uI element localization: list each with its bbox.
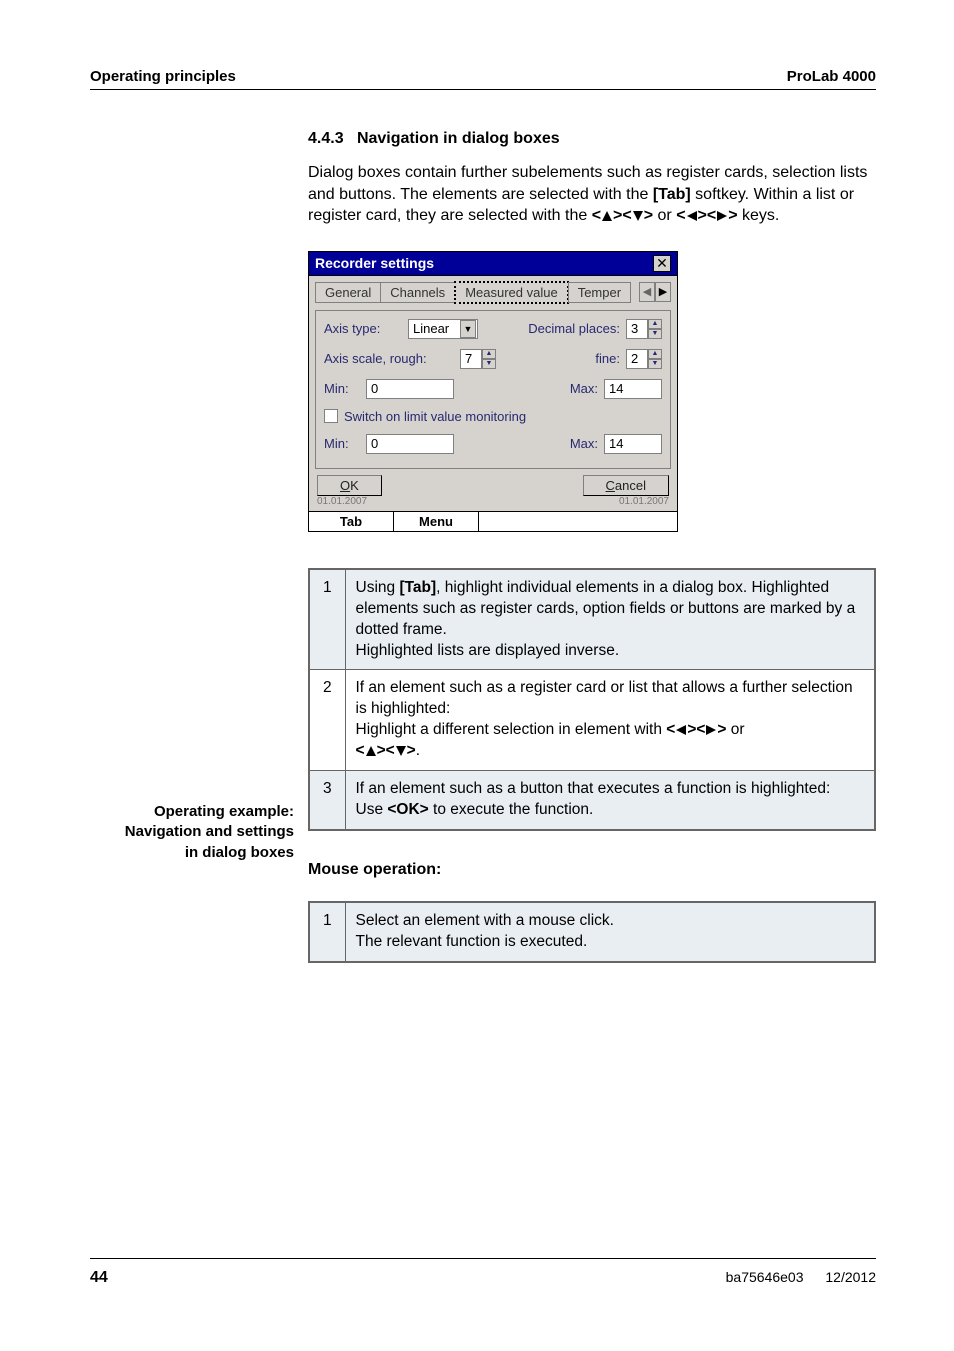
limit-monitoring-label: Switch on limit value monitoring [344, 409, 526, 424]
intro-paragraph: Dialog boxes contain further subelements… [308, 162, 876, 227]
triangle-right-icon [716, 210, 728, 222]
chevron-down-icon[interactable]: ▼ [460, 320, 476, 338]
triangle-down-icon [395, 745, 407, 757]
softkey-menu[interactable]: Menu [394, 512, 479, 531]
triangle-left-icon [675, 724, 687, 736]
min-input[interactable]: 0 [366, 379, 454, 399]
tab-scroll-left-icon[interactable]: ◀ [639, 282, 655, 302]
spinner-up-icon[interactable]: ▲ [648, 349, 662, 359]
tab-channels[interactable]: Channels [380, 282, 455, 303]
decimal-places-label: Decimal places: [528, 321, 620, 336]
min2-label: Min: [324, 436, 360, 451]
datetime-right: 01.01.2007 [619, 496, 669, 507]
min-label: Min: [324, 381, 360, 396]
tab-measured-value[interactable]: Measured value [454, 281, 569, 304]
table-row: 3 If an element such as a button that ex… [309, 771, 875, 830]
mouse-operation-heading: Mouse operation: [308, 861, 876, 879]
tab-panel: Axis type: Linear ▼ Decimal places: 3 ▲ … [315, 310, 671, 469]
section-number: 4.4.3 [308, 130, 344, 147]
step-text: Using [Tab], highlight individual elemen… [345, 569, 875, 670]
limit-monitoring-checkbox[interactable] [324, 409, 338, 423]
steps-table: 1 Using [Tab], highlight individual elem… [308, 568, 876, 831]
tab-strip: General Channels Measured value Temper ◀… [315, 281, 671, 304]
keys-updown: <><> [592, 207, 653, 224]
spinner-up-icon[interactable]: ▲ [482, 349, 496, 359]
page-footer: 44 ba75646e03 12/2012 [90, 1258, 876, 1287]
max2-label: Max: [570, 436, 598, 451]
step-number: 3 [309, 771, 345, 830]
step-number: 1 [309, 569, 345, 670]
cancel-button[interactable]: Cancel [583, 475, 669, 496]
footer-rule [90, 1258, 876, 1259]
triangle-left-icon [686, 210, 698, 222]
step-text: If an element such as a register card or… [345, 670, 875, 771]
triangle-up-icon [365, 745, 377, 757]
footer-meta: ba75646e03 12/2012 [708, 1269, 876, 1287]
margin-label: Operating example: Navigation and settin… [84, 802, 294, 863]
min2-input[interactable]: 0 [366, 434, 454, 454]
max-input[interactable]: 14 [604, 379, 662, 399]
softkey-empty [479, 512, 677, 531]
section-heading: 4.4.3 Navigation in dialog boxes [308, 130, 876, 148]
max2-input[interactable]: 14 [604, 434, 662, 454]
axis-type-value: Linear [413, 320, 449, 338]
keys-leftright: <><> [676, 207, 737, 224]
tab-temper[interactable]: Temper [568, 282, 631, 303]
table-row: 2 If an element such as a register card … [309, 670, 875, 771]
spinner-down-icon[interactable]: ▼ [482, 359, 496, 369]
decimal-places-input[interactable]: 3 [626, 319, 648, 339]
fine-input[interactable]: 2 [626, 349, 648, 369]
step-text: If an element such as a button that exec… [345, 771, 875, 830]
triangle-up-icon [601, 210, 613, 222]
step-number: 2 [309, 670, 345, 771]
section-title-text: Navigation in dialog boxes [357, 130, 560, 147]
dialog-titlebar: Recorder settings ✕ [308, 251, 678, 276]
ok-button[interactable]: OK [317, 475, 382, 496]
header-left: Operating principles [90, 68, 236, 85]
datetime-left: 01.01.2007 [317, 496, 367, 507]
dialog-recorder-settings: Recorder settings ✕ General Channels Mea… [308, 251, 678, 532]
para-text: or [653, 207, 676, 224]
triangle-right-icon [705, 724, 717, 736]
axis-type-label: Axis type: [324, 321, 402, 336]
page-number: 44 [90, 1269, 108, 1287]
dialog-title: Recorder settings [315, 255, 434, 271]
close-icon[interactable]: ✕ [653, 255, 671, 272]
softkey-tab[interactable]: Tab [309, 512, 394, 531]
table-row: 1 Using [Tab], highlight individual elem… [309, 569, 875, 670]
header-rule [90, 89, 876, 90]
softkey-bar: Tab Menu [308, 511, 678, 532]
table-row: 1 Select an element with a mouse click. … [309, 902, 875, 962]
spinner-down-icon[interactable]: ▼ [648, 329, 662, 339]
axis-type-dropdown[interactable]: Linear ▼ [408, 319, 478, 339]
header-right: ProLab 4000 [787, 68, 876, 85]
para-text: keys. [738, 207, 780, 224]
spinner-down-icon[interactable]: ▼ [648, 359, 662, 369]
tab-key-label: [Tab] [653, 186, 691, 203]
max-label: Max: [570, 381, 598, 396]
mouse-steps-table: 1 Select an element with a mouse click. … [308, 901, 876, 963]
axis-scale-rough-input[interactable]: 7 [460, 349, 482, 369]
step-number: 1 [309, 902, 345, 962]
spinner-up-icon[interactable]: ▲ [648, 319, 662, 329]
tab-general[interactable]: General [315, 282, 381, 303]
step-text: Select an element with a mouse click. Th… [345, 902, 875, 962]
axis-scale-rough-label: Axis scale, rough: [324, 351, 454, 366]
triangle-down-icon [632, 210, 644, 222]
fine-label: fine: [595, 351, 620, 366]
tab-scroll-right-icon[interactable]: ▶ [655, 282, 671, 302]
